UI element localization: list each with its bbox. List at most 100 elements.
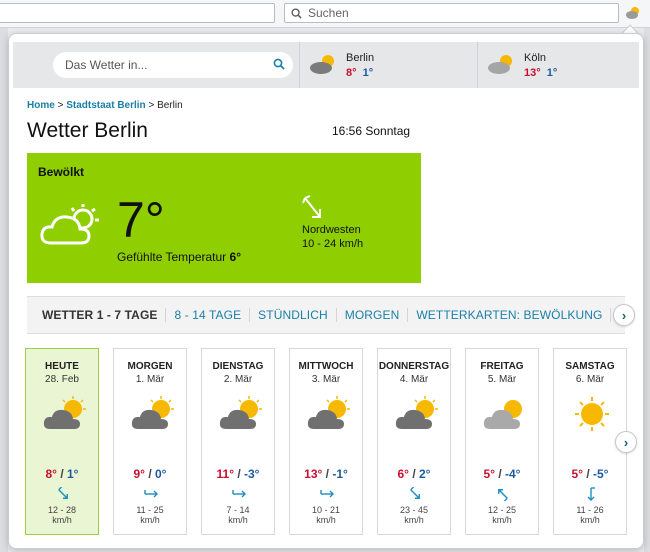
day-name: DIENSTAG <box>212 361 264 372</box>
search-icon <box>291 7 302 19</box>
day-max-temp: 9° <box>133 467 145 481</box>
day-min-temp: -5° <box>593 467 609 481</box>
weather-popup: Das Wetter in... Berlin 8° 1° Köln 13° 1… <box>8 33 644 549</box>
day-min-temp: -3° <box>244 467 260 481</box>
day-min-temp: -1° <box>332 467 348 481</box>
day-card[interactable]: HEUTE 28. Feb 8° / 1° 12 - 28 km/h <box>25 348 99 535</box>
browser-search-placeholder: Suchen <box>308 6 349 20</box>
day-date: 5. Mär <box>487 374 517 385</box>
day-wind-speed: 7 - 14 <box>226 505 250 515</box>
day-wind-speed: 10 - 21 <box>311 505 341 515</box>
wind-arrow-icon <box>58 487 68 499</box>
day-name: MORGEN <box>127 361 173 372</box>
day-temps: 13° / -1° <box>304 467 348 481</box>
day-wind-speed: 23 - 45 <box>399 505 429 515</box>
city-berlin[interactable]: Berlin 8° 1° <box>299 42 477 88</box>
partly-cloudy-icon <box>307 396 350 429</box>
feels-like: Gefühlte Temperatur 6° <box>117 250 241 264</box>
day-max-temp: 13° <box>304 467 323 481</box>
day-temps: 11° / -3° <box>216 467 260 481</box>
browser-toolbar: Suchen <box>0 0 650 28</box>
day-wind-unit: km/h <box>404 515 424 525</box>
partly-cloudy-icon <box>131 396 174 429</box>
day-card[interactable]: DIENSTAG 2. Mär 11° / -3° 7 - 14 km/h <box>201 348 275 535</box>
sun-icon <box>575 397 609 431</box>
day-min-temp: 1° <box>67 467 79 481</box>
tab-8-14-days[interactable]: 8 - 14 TAGE <box>165 308 249 322</box>
day-temps: 6° / 2° <box>397 467 431 481</box>
partly-cloudy-icon <box>43 396 86 429</box>
day-name: HEUTE <box>45 361 79 372</box>
feels-like-value: 6° <box>229 250 241 264</box>
breadcrumb-home[interactable]: Home <box>27 100 55 111</box>
day-min-temp: 2° <box>419 467 431 481</box>
wind-arrow-icon <box>410 487 420 499</box>
wind-speed: 10 - 24 km/h <box>302 238 364 250</box>
breadcrumb: Home > Stadtstaat Berlin > Berlin <box>27 100 183 111</box>
tab-weather-maps[interactable]: WETTERKARTEN: BEWÖLKUNG <box>407 308 610 322</box>
day-date: 2. Mär <box>223 374 253 385</box>
day-wind-speed: 11 - 26 <box>576 505 604 515</box>
city-temps: 8° 1° <box>346 67 373 79</box>
day-wind-speed: 11 - 25 <box>136 505 164 515</box>
browser-search-field[interactable]: Suchen <box>284 3 619 23</box>
tabs-next-button[interactable]: › <box>613 304 635 326</box>
city-koeln[interactable]: Köln 13° 1° <box>477 42 639 88</box>
breadcrumb-separator: > <box>57 100 64 111</box>
wind-arrow-icon <box>498 489 508 501</box>
day-temps: 5° / -4° <box>483 467 521 481</box>
wind-direction-arrow-icon <box>302 195 321 218</box>
day-wind-speed: 12 - 28 <box>47 505 77 515</box>
day-date: 6. Mär <box>575 374 605 385</box>
current-temperature: 7° <box>117 192 165 248</box>
day-date: 3. Mär <box>311 374 341 385</box>
day-wind-unit: km/h <box>580 515 600 525</box>
breadcrumb-state[interactable]: Stadtstaat Berlin <box>66 100 145 111</box>
cloudy-sun-icon <box>483 400 522 429</box>
day-max-temp: 11° <box>216 467 234 481</box>
day-temps: 8° / 1° <box>45 467 79 481</box>
wind-arrow-icon <box>320 490 334 498</box>
day-wind-speed: 12 - 25 <box>487 505 517 515</box>
day-date: 28. Feb <box>45 374 79 385</box>
city-min-temp: 1° <box>546 67 558 79</box>
tab-1-7-days[interactable]: WETTER 1 - 7 TAGE <box>27 308 165 322</box>
page-background-left <box>0 28 8 552</box>
weather-extension-icon[interactable] <box>624 4 642 22</box>
page-background-right <box>644 28 650 552</box>
current-condition: Bewölkt <box>38 165 85 179</box>
search-icon[interactable] <box>273 58 285 70</box>
address-bar[interactable] <box>0 3 275 23</box>
day-card[interactable]: DONNERSTAG 4. Mär 6° / 2° 23 - 45 km/h <box>377 348 451 535</box>
day-wind-unit: km/h <box>228 515 248 525</box>
day-temps: 9° / 0° <box>133 467 167 481</box>
location-search-placeholder: Das Wetter in... <box>65 58 148 72</box>
city-min-temp: 1° <box>362 67 374 79</box>
wind-arrow-icon <box>587 487 595 501</box>
days-next-button[interactable]: › <box>615 431 637 453</box>
partly-cloudy-icon <box>395 396 438 429</box>
day-card[interactable]: MORGEN 1. Mär 9° / 0° 11 - 25 km/h <box>113 348 187 535</box>
day-card[interactable]: MITTWOCH 3. Mär 13° / -1° 10 - 21 km/h <box>289 348 363 535</box>
wind-direction: Nordwesten <box>302 224 361 236</box>
city-max-temp: 13° <box>524 67 541 79</box>
tab-hourly[interactable]: STÜNDLICH <box>249 308 336 322</box>
page-title: Wetter Berlin <box>27 119 148 142</box>
day-wind-unit: km/h <box>52 515 72 525</box>
day-card[interactable]: FREITAG 5. Mär 5° / -4° 12 - 25 km/h <box>465 348 539 535</box>
city-name: Köln <box>524 52 547 64</box>
partly-cloudy-icon <box>488 55 512 74</box>
day-max-temp: 6° <box>397 467 409 481</box>
day-wind-unit: km/h <box>316 515 336 525</box>
day-max-temp: 8° <box>45 467 57 481</box>
partly-cloudy-icon <box>219 396 262 429</box>
tab-tomorrow[interactable]: MORGEN <box>335 308 408 322</box>
day-max-temp: 5° <box>571 467 583 481</box>
wind-arrow-icon <box>144 490 158 498</box>
breadcrumb-city: Berlin <box>157 100 183 111</box>
breadcrumb-separator: > <box>148 100 155 111</box>
location-search-input[interactable]: Das Wetter in... <box>53 52 293 78</box>
day-temps: 5° / -5° <box>571 467 609 481</box>
city-max-temp: 8° <box>346 67 357 79</box>
current-weather-panel: Bewölkt 7° Gefühlte Temperatur 6° Nordwe… <box>27 153 421 283</box>
